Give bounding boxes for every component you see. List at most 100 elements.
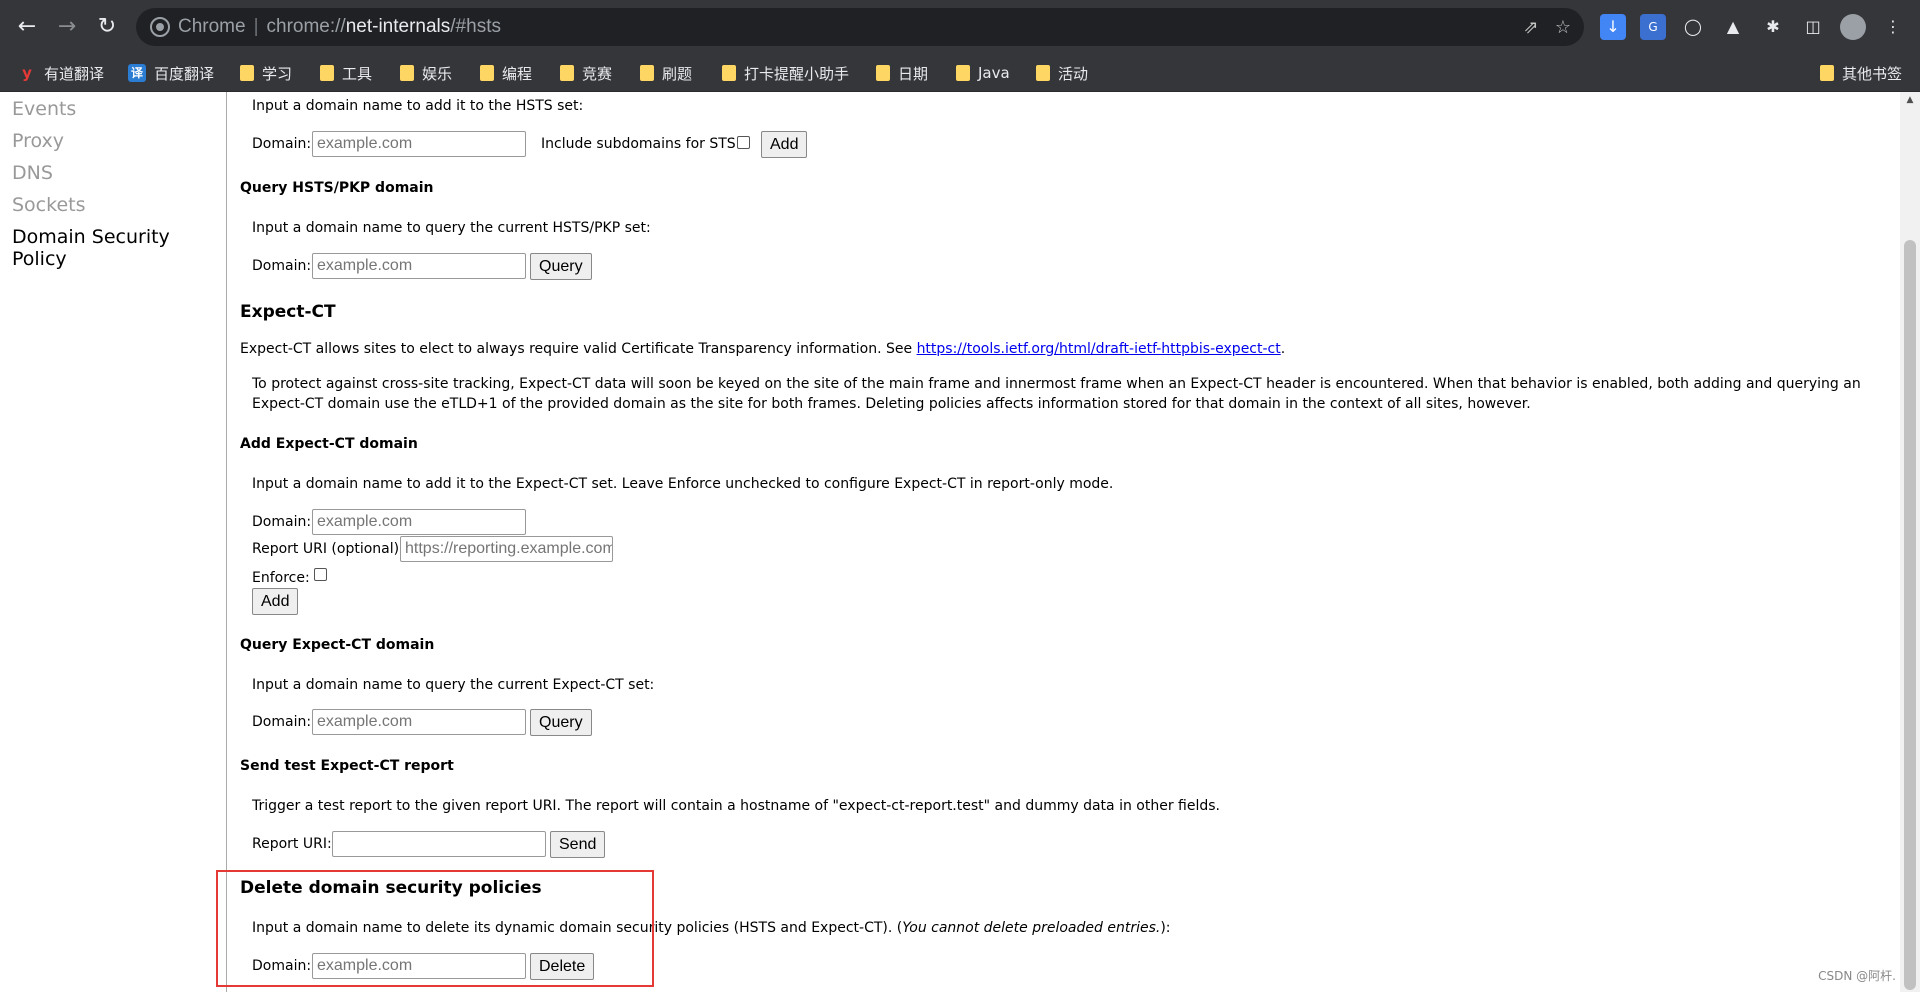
sidebar-item-events[interactable]: Events: [12, 98, 76, 120]
bookmark-folder[interactable]: 日期: [876, 62, 928, 84]
report-uri-optional-input[interactable]: https://reporting.example.com: [400, 536, 613, 562]
bookmark-label: 有道翻译: [44, 64, 105, 83]
bookmark-folder[interactable]: 学习: [240, 62, 292, 84]
expect-ct-note: To protect against cross-site tracking, …: [252, 376, 1861, 412]
share-icon[interactable]: ⇗: [1520, 17, 1542, 39]
bookmark-folder[interactable]: 打卡提醒小助手: [722, 62, 849, 84]
bookmark-folder[interactable]: 竞赛: [560, 62, 612, 84]
url-separator: |: [253, 16, 259, 37]
bookmark-youdao[interactable]: y 有道翻译: [18, 62, 104, 84]
back-arrow-icon[interactable]: ←: [12, 12, 42, 42]
sidebar-item-proxy[interactable]: Proxy: [12, 130, 64, 152]
download-extension-icon[interactable]: ↓: [1600, 14, 1626, 40]
query-expect-ct-title: Query Expect-CT domain: [240, 637, 435, 653]
bookmark-folder[interactable]: 编程: [480, 62, 532, 84]
baidu-translate-logo-icon: 译: [128, 64, 146, 82]
add-expect-ct-title: Add Expect-CT domain: [240, 436, 418, 452]
bookmark-label: Java: [978, 64, 1010, 82]
query-expect-ct-button[interactable]: Query: [530, 709, 592, 736]
bookmark-folder[interactable]: 活动: [1036, 62, 1088, 84]
query-hsts-domain-label: Domain:: [252, 258, 312, 274]
bookmark-label: 百度翻译: [154, 64, 215, 83]
query-expect-ct-intro: Input a domain name to query the current…: [252, 677, 655, 693]
send-test-report-button[interactable]: Send: [550, 831, 606, 858]
hsts-add-button[interactable]: Add: [761, 131, 808, 158]
bookmark-label: 学习: [262, 64, 293, 83]
query-expect-ct-domain-input[interactable]: example.com: [312, 709, 526, 735]
add-expect-ct-domain-label: Domain:: [252, 514, 312, 530]
puzzle-extensions-icon[interactable]: ✱: [1760, 14, 1786, 40]
expect-ct-title: Expect-CT: [240, 302, 336, 322]
bookmark-folder[interactable]: 工具: [320, 62, 372, 84]
folder-icon: [320, 65, 334, 81]
test-report-uri-input[interactable]: [332, 831, 546, 857]
folder-icon: [240, 65, 254, 81]
bookmark-label: 其他书签: [1842, 64, 1903, 83]
scrollbar-thumb[interactable]: [1904, 240, 1916, 990]
delete-intro-end: ):: [1160, 920, 1171, 936]
address-bar-url[interactable]: Chrome | chrome://net-internals/#hsts: [178, 16, 501, 38]
reader-extension-icon[interactable]: ◯: [1680, 14, 1706, 40]
send-test-report-title: Send test Expect-CT report: [240, 758, 454, 774]
expect-ct-desc-suffix: .: [1280, 341, 1286, 357]
browser-toolbar: ← → ↻ Chrome | chrome://net-internals/#hst…: [0, 0, 1920, 54]
url-host: net-internals: [345, 16, 451, 37]
sidebar-item-domain-security-policy[interactable]: Domain Security Policy: [12, 226, 226, 270]
bookmark-label: 打卡提醒小助手: [744, 64, 850, 83]
hsts-add-domain-label: Domain:: [252, 136, 312, 152]
address-bar[interactable]: Chrome | chrome://net-internals/#hsts ⇗ ☆: [136, 8, 1584, 46]
enforce-checkbox[interactable]: [314, 568, 327, 581]
bookmark-baidu-translate[interactable]: 译百度翻译: [128, 62, 214, 84]
sidebar-item-sockets[interactable]: Sockets: [12, 194, 86, 216]
bookmark-label: 日期: [898, 64, 929, 83]
bookmark-label: 竞赛: [582, 64, 613, 83]
bookmark-label: 活动: [1058, 64, 1089, 83]
sidebar: Events Proxy DNS Sockets Domain Security…: [0, 92, 227, 992]
bookmark-folder[interactable]: 娱乐: [400, 62, 452, 84]
bookmark-label: 刷题: [662, 64, 693, 83]
add-expect-ct-domain-input[interactable]: example.com: [312, 509, 526, 535]
chrome-page-icon: [150, 17, 170, 37]
bookmarks-bar: y 有道翻译 译百度翻译 学习 工具 娱乐 编程 竞赛 刷题 打卡提醒小助手 日期…: [0, 54, 1920, 92]
report-uri-optional-label: Report URI (optional):: [252, 541, 404, 557]
translate-extension-icon[interactable]: G: [1640, 14, 1666, 40]
test-report-uri-label: Report URI:: [252, 836, 332, 852]
query-expect-ct-domain-label: Domain:: [252, 714, 312, 730]
bookmark-other-folder[interactable]: 其他书签: [1820, 62, 1902, 84]
star-bookmark-icon[interactable]: ☆: [1552, 17, 1574, 39]
main-content: Input a domain name to add it to the HST…: [240, 92, 1900, 992]
expect-ct-desc-text: Expect-CT allows sites to elect to alway…: [240, 341, 913, 357]
youdao-logo-icon: y: [22, 64, 32, 82]
enforce-label: Enforce:: [252, 570, 310, 586]
bookmark-label: 编程: [502, 64, 533, 83]
query-hsts-button[interactable]: Query: [530, 253, 592, 280]
send-test-report-intro: Trigger a test report to the given repor…: [252, 798, 1220, 814]
folder-icon: [876, 65, 890, 81]
query-hsts-domain-input[interactable]: example.com: [312, 253, 526, 279]
query-hsts-title: Query HSTS/PKP domain: [240, 180, 434, 196]
menu-kebab-icon[interactable]: ⋮: [1880, 14, 1906, 40]
query-hsts-intro: Input a domain name to query the current…: [252, 220, 651, 236]
hsts-add-domain-input[interactable]: example.com: [312, 131, 526, 157]
sidebar-item-dns[interactable]: DNS: [12, 162, 53, 184]
side-panel-icon[interactable]: ◫: [1800, 14, 1826, 40]
bookmark-folder[interactable]: 刷题: [640, 62, 692, 84]
folder-icon: [956, 65, 970, 81]
forward-arrow-icon[interactable]: →: [52, 12, 82, 42]
expect-ct-spec-link[interactable]: https://tools.ietf.org/html/draft-ietf-h…: [917, 341, 1281, 357]
scroll-up-arrow-icon[interactable]: ▲: [1904, 94, 1916, 106]
bookmark-label: 娱乐: [422, 64, 453, 83]
reload-icon[interactable]: ↻: [92, 12, 122, 42]
bookmark-folder[interactable]: Java: [956, 62, 1010, 84]
delete-intro-italic: You cannot delete preloaded entries.: [902, 920, 1161, 936]
add-expect-ct-button[interactable]: Add: [252, 588, 299, 615]
hsts-add-intro: Input a domain name to add it to the HST…: [252, 98, 584, 114]
bookmark-label: 工具: [342, 64, 373, 83]
profile-avatar[interactable]: [1840, 14, 1866, 40]
mountain-extension-icon[interactable]: ▲: [1720, 14, 1746, 40]
vertical-scrollbar[interactable]: ▲: [1900, 92, 1920, 992]
folder-icon: [640, 65, 654, 81]
folder-icon: [722, 65, 736, 81]
include-subdomains-checkbox[interactable]: [737, 136, 750, 149]
watermark: CSDN @阿杆.: [1818, 969, 1896, 983]
